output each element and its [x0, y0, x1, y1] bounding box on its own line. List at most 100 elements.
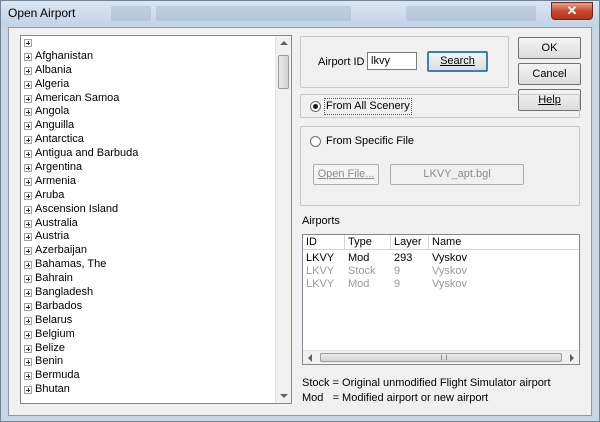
- close-button[interactable]: ✕: [551, 2, 593, 20]
- expand-icon[interactable]: [24, 261, 32, 270]
- tree-item-country[interactable]: Antarctica: [21, 133, 275, 147]
- airport-row[interactable]: LKVY Stock 9 Vyskov: [303, 265, 579, 278]
- column-header-layer[interactable]: Layer: [391, 235, 429, 250]
- title-bar[interactable]: Open Airport ✕: [1, 1, 599, 26]
- tree-item-country[interactable]: Algeria: [21, 78, 275, 92]
- expand-icon[interactable]: [24, 191, 32, 200]
- expand-icon[interactable]: [24, 150, 32, 159]
- tree-item-label: Aruba: [35, 188, 65, 201]
- scroll-thumb[interactable]: [320, 353, 562, 362]
- expand-icon[interactable]: [24, 316, 32, 325]
- tree-item-label: Argentina: [35, 161, 83, 174]
- background-toolbar-ghost: [156, 6, 351, 21]
- expand-icon[interactable]: [24, 66, 32, 75]
- scroll-up-icon[interactable]: [280, 41, 288, 45]
- expand-icon[interactable]: [24, 122, 32, 131]
- search-button[interactable]: Search: [427, 51, 488, 72]
- expand-icon[interactable]: [24, 233, 32, 242]
- tree-item-country[interactable]: Angola: [21, 105, 275, 119]
- expand-icon[interactable]: [24, 330, 32, 339]
- tree-item-label: Belgium: [35, 327, 75, 340]
- airport-row[interactable]: LKVY Mod 293 Vyskov: [303, 252, 579, 265]
- tree-item-country[interactable]: Aruba: [21, 189, 275, 203]
- airport-cell-type: Stock: [348, 265, 376, 277]
- tree-item-country[interactable]: Benin: [21, 355, 275, 369]
- expand-icon[interactable]: [24, 177, 32, 186]
- window-title: Open Airport: [8, 6, 76, 20]
- tree-item-label: Algeria: [35, 77, 70, 90]
- expand-icon[interactable]: [24, 372, 32, 381]
- country-tree[interactable]: Afghanistan Albania Algeria American Samoa A…: [20, 35, 292, 404]
- tree-item-country[interactable]: Austria: [21, 230, 275, 244]
- expand-icon[interactable]: [24, 275, 32, 284]
- expand-icon[interactable]: [24, 39, 32, 47]
- expand-icon[interactable]: [24, 302, 32, 311]
- scroll-right-icon[interactable]: [570, 354, 574, 362]
- tree-item-country[interactable]: American Samoa: [21, 92, 275, 106]
- expand-icon[interactable]: [24, 136, 32, 145]
- from-specific-file-label[interactable]: From Specific File: [326, 135, 414, 147]
- airports-list-header: ID Type Layer Name: [303, 235, 579, 250]
- tree-item-country[interactable]: Bermuda: [21, 369, 275, 383]
- legend-mod: Mod = Modified airport or new airport: [302, 392, 489, 404]
- expand-icon[interactable]: [24, 108, 32, 117]
- tree-item-country[interactable]: Ascension Island: [21, 203, 275, 217]
- open-file-button-label: Open File...: [317, 168, 375, 180]
- expand-icon[interactable]: [24, 386, 32, 395]
- expand-icon[interactable]: [24, 80, 32, 89]
- tree-item-country[interactable]: Belgium: [21, 328, 275, 342]
- from-all-scenery-radio[interactable]: [310, 101, 321, 112]
- column-header-type[interactable]: Type: [345, 235, 391, 250]
- tree-item-country[interactable]: Bangladesh: [21, 286, 275, 300]
- tree-item-country[interactable]: Antigua and Barbuda: [21, 147, 275, 161]
- tree-item-country[interactable]: Azerbaijan: [21, 244, 275, 258]
- airport-id-label: Airport ID: [318, 56, 365, 68]
- expand-icon[interactable]: [24, 94, 32, 103]
- expand-icon[interactable]: [24, 247, 32, 256]
- scroll-left-icon[interactable]: [308, 354, 312, 362]
- tree-item-country[interactable]: Albania: [21, 64, 275, 78]
- tree-item-country[interactable]: Bahamas, The: [21, 258, 275, 272]
- column-header-name[interactable]: Name: [429, 235, 579, 250]
- tree-item-label: Bahrain: [35, 272, 73, 285]
- tree-item-label: Benin: [35, 355, 64, 368]
- expand-icon[interactable]: [24, 289, 32, 298]
- tree-item-country[interactable]: Belarus: [21, 314, 275, 328]
- airport-cell-type: Mod: [348, 252, 370, 264]
- expand-icon[interactable]: [24, 344, 32, 353]
- expand-icon[interactable]: [24, 205, 32, 214]
- tree-item-label: Australia: [35, 216, 78, 229]
- tree-item-country[interactable]: Bahrain: [21, 272, 275, 286]
- airports-horizontal-scrollbar[interactable]: [303, 350, 579, 364]
- tree-item-country[interactable]: Afghanistan: [21, 50, 275, 64]
- scroll-down-icon[interactable]: [280, 394, 288, 398]
- tree-root-item[interactable]: [21, 36, 275, 50]
- from-specific-file-radio[interactable]: [310, 136, 321, 147]
- expand-icon[interactable]: [24, 164, 32, 173]
- cancel-button[interactable]: Cancel: [518, 63, 581, 85]
- tree-item-country[interactable]: Australia: [21, 217, 275, 231]
- scroll-thumb[interactable]: [278, 55, 289, 89]
- tree-item-country[interactable]: Bhutan: [21, 383, 275, 397]
- tree-vertical-scrollbar[interactable]: [275, 36, 291, 403]
- tree-item-label: Antigua and Barbuda: [35, 147, 139, 160]
- expand-icon[interactable]: [24, 358, 32, 367]
- column-header-id[interactable]: ID: [303, 235, 345, 250]
- focus-indicator: [324, 98, 412, 115]
- tree-item-country[interactable]: Argentina: [21, 161, 275, 175]
- ok-button[interactable]: OK: [518, 37, 581, 59]
- airport-cell-layer: 293: [394, 252, 413, 264]
- expand-icon[interactable]: [24, 219, 32, 228]
- airport-cell-layer: 9: [394, 278, 401, 290]
- expand-icon[interactable]: [24, 52, 32, 61]
- tree-item-country[interactable]: Barbados: [21, 300, 275, 314]
- airport-row[interactable]: LKVY Mod 9 Vyskov: [303, 278, 579, 291]
- airport-id-input[interactable]: lkvy: [367, 52, 417, 70]
- airports-list[interactable]: ID Type Layer Name LKVY Mod 293 Vyskov LKVY S…: [302, 234, 580, 365]
- airport-cell-id: LKVY: [306, 278, 335, 290]
- tree-item-country[interactable]: Armenia: [21, 175, 275, 189]
- tree-item-country[interactable]: Anguilla: [21, 119, 275, 133]
- background-toolbar-ghost: [406, 6, 536, 21]
- open-file-button[interactable]: Open File...: [313, 164, 379, 185]
- tree-item-country[interactable]: Belize: [21, 342, 275, 356]
